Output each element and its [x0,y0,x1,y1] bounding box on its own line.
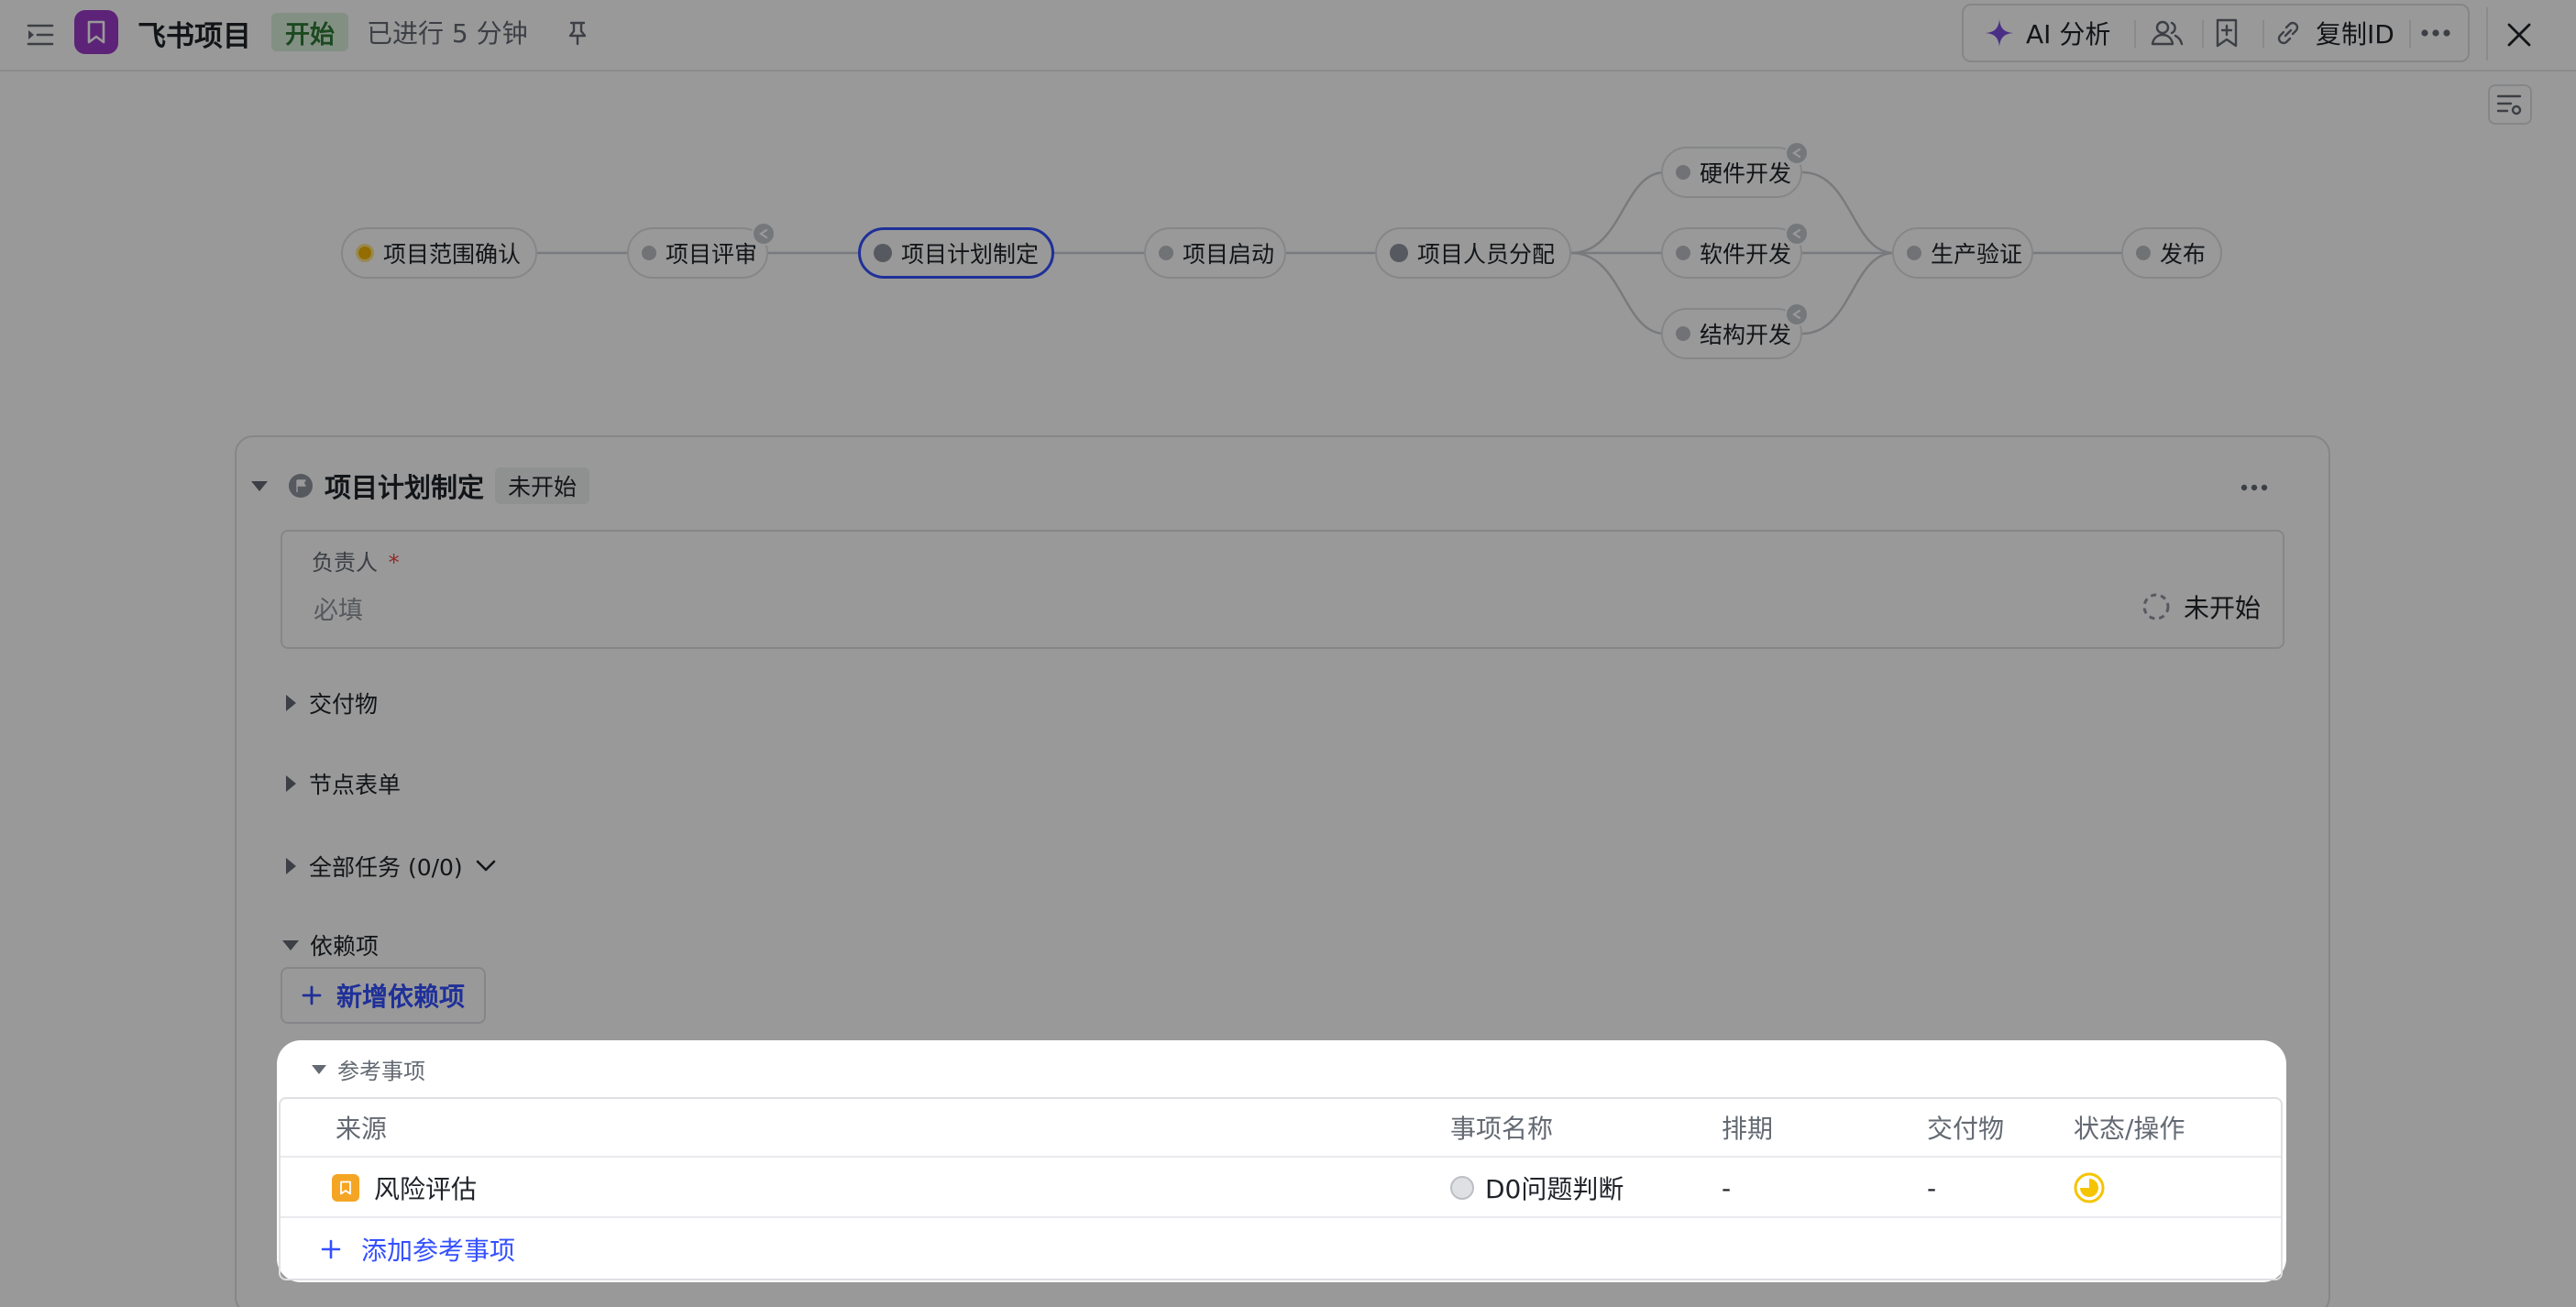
section-deliverables[interactable]: 交付物 [286,685,378,721]
caret-right-icon [286,695,296,711]
pending-status-icon [1676,246,1690,260]
rollback-badge-icon [1785,141,1809,165]
more-actions-button[interactable] [2420,5,2451,60]
page-title: 飞书项目 [138,19,251,53]
chevron-down-icon[interactable] [476,860,496,873]
workflow-node-production[interactable]: 生产验证 [1892,227,2033,279]
section-all-tasks[interactable]: 全部任务 (0/0) [286,846,496,886]
app-logo-icon [74,10,118,54]
caret-down-icon [282,939,299,950]
reference-section-label: 参考事项 [337,1059,425,1084]
column-header-schedule: 排期 [1722,1114,1774,1144]
owner-status: 未开始 [2141,588,2261,625]
sparkle-icon [1986,19,2013,47]
plus-icon [321,1239,341,1259]
reference-items-section: 参考事项 来源 事项名称 排期 交付物 状态/操作 风险评估 D0问题判断 - … [277,1040,2286,1282]
workflow-node-release[interactable]: 发布 [2121,227,2222,279]
source-cell[interactable]: 风险评估 [332,1159,477,1217]
panel-title: 项目计划制定 [325,472,485,503]
members-icon [2151,20,2184,46]
workflow-node-scope[interactable]: 项目范围确认 [341,227,537,279]
workflow-node-structure[interactable]: 结构开发 [1661,308,1802,359]
reference-table: 来源 事项名称 排期 交付物 状态/操作 风险评估 D0问题判断 - - 添加参… [279,1097,2283,1280]
rollback-badge-icon [752,222,776,246]
pending-status-icon [642,246,656,260]
copy-id-label: 复制ID [2316,19,2394,49]
in-progress-status-icon [356,244,374,262]
caret-right-icon [286,775,296,792]
elapsed-time: 已进行 5 分钟 [367,18,528,49]
pending-status-icon [1907,246,1921,260]
pending-status-icon [1676,326,1690,341]
flag-status-icon [1390,244,1408,262]
section-node-form[interactable]: 节点表单 [286,765,401,802]
table-row[interactable]: 风险评估 D0问题判断 - - [281,1159,2281,1218]
pending-status-icon [2136,246,2151,260]
add-reference-item-button[interactable]: 添加参考事项 [281,1220,2281,1279]
panel-status-tag: 未开始 [495,467,590,504]
plus-icon [302,985,322,1005]
schedule-cell: - [1722,1172,1732,1203]
workflow-node-hardware[interactable]: 硬件开发 [1661,147,1802,198]
in-progress-status-icon[interactable] [2074,1172,2105,1203]
sidebar-toggle-icon[interactable] [24,18,57,51]
top-header: 飞书项目 开始 已进行 5 分钟 AI 分析 复制ID [0,0,2576,71]
not-started-status-icon [2142,593,2170,621]
rollback-badge-icon [1785,222,1809,246]
owner-placeholder: 必填 [314,597,363,625]
copy-id-button[interactable]: 复制ID [2273,5,2394,60]
panel-more-button[interactable] [2240,474,2268,501]
more-icon [2240,484,2268,491]
add-dependency-button[interactable]: 新增依赖项 [281,967,486,1024]
pending-status-icon [1676,165,1690,180]
caret-down-icon [251,480,268,491]
flag-status-icon [874,244,892,262]
bookmark-add-button[interactable] [2213,5,2240,60]
deliverable-cell: - [1927,1172,1937,1203]
more-icon [2421,29,2450,37]
workflow-node-review[interactable]: 项目评审 [627,227,768,279]
ai-analysis-label: AI 分析 [2026,19,2111,49]
pending-status-icon [1159,246,1173,260]
owner-field[interactable]: 负责人 * 必填 未开始 [281,530,2284,649]
section-dependencies[interactable]: 依赖项 [282,927,379,963]
link-icon [2277,21,2299,45]
column-header-deliverable: 交付物 [1927,1114,2005,1144]
source-item-icon [332,1174,359,1202]
pending-status-icon [1450,1176,1474,1200]
workflow-node-software[interactable]: 软件开发 [1661,227,1802,279]
owner-label: 负责人 [312,550,378,576]
reference-section-toggle[interactable]: 参考事项 [312,1053,425,1085]
workflow-node-kickoff[interactable]: 项目启动 [1144,227,1286,279]
add-reference-label: 添加参考事项 [361,1236,516,1266]
column-header-name: 事项名称 [1450,1114,1554,1144]
flag-status-icon [289,474,313,498]
bookmark-add-icon [2216,18,2238,48]
caret-down-icon [312,1064,326,1074]
state-tag: 开始 [271,13,348,51]
ai-analysis-button[interactable]: AI 分析 [1984,5,2110,60]
status-action-cell[interactable] [2074,1159,2105,1217]
column-header-status: 状态/操作 [2074,1114,2185,1144]
caret-right-icon [286,858,296,874]
required-mark: * [388,550,400,576]
members-button[interactable] [2151,5,2184,60]
close-icon [2507,23,2531,47]
close-button[interactable] [2495,11,2543,59]
item-name-cell[interactable]: D0问题判断 [1450,1159,1624,1217]
panel-header: 项目计划制定 未开始 [288,467,590,504]
pin-icon[interactable] [561,16,594,49]
header-toolbar: AI 分析 复制ID [1962,4,2470,62]
workflow-node-plan[interactable]: 项目计划制定 [858,227,1054,279]
panel-collapse-toggle[interactable] [251,468,268,503]
workflow-node-staffing[interactable]: 项目人员分配 [1375,227,1571,279]
column-header-source: 来源 [336,1114,388,1144]
table-header-row: 来源 事项名称 排期 交付物 状态/操作 [281,1099,2281,1158]
rollback-badge-icon [1785,302,1809,326]
